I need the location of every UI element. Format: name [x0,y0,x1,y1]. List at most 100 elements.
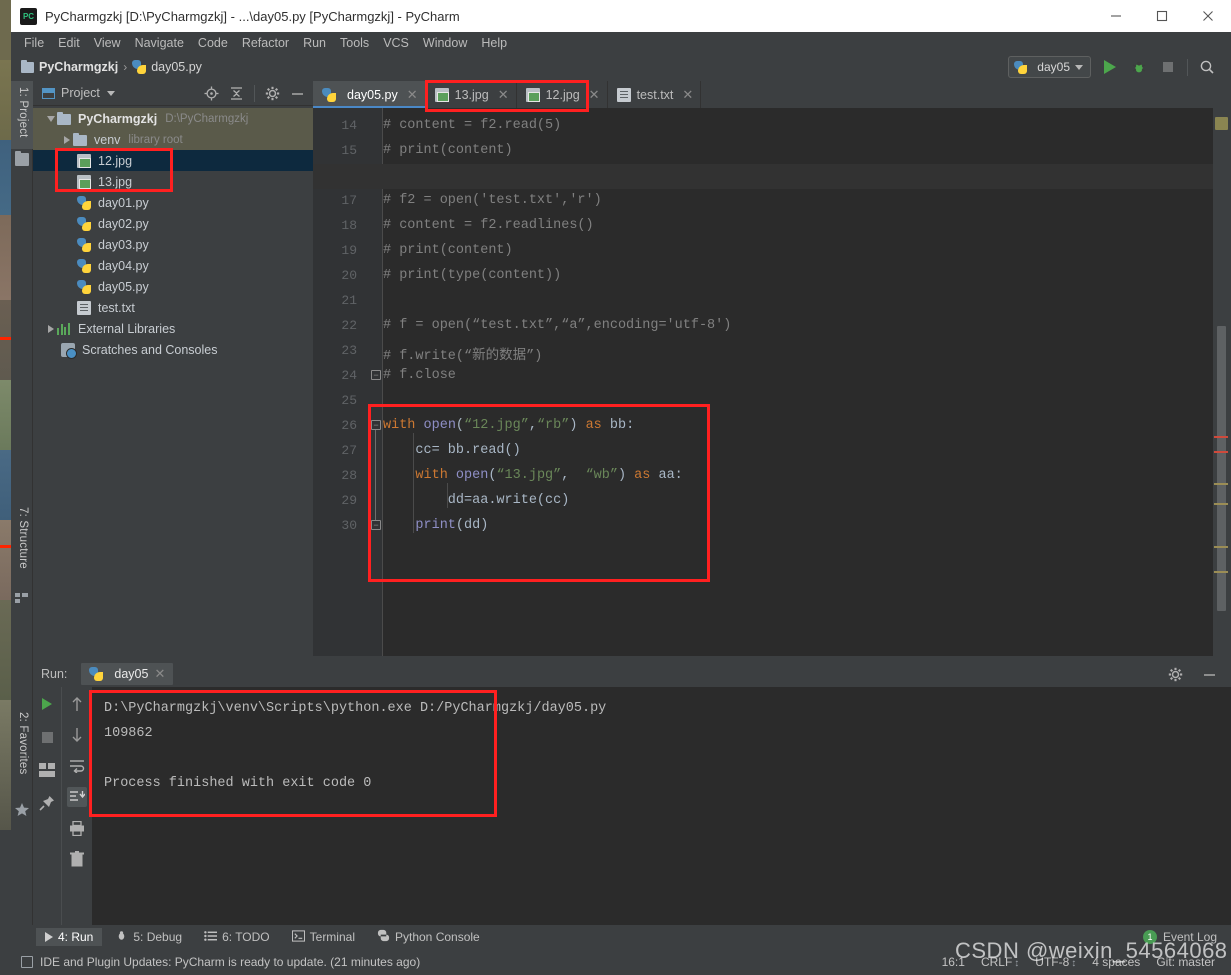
code-line[interactable]: # content = f2.read(5) [383,118,561,133]
close-icon[interactable]: ✕ [682,87,693,103]
code-line[interactable]: # f.write(“新的数据”) [383,343,542,364]
indent-setting[interactable]: 4 spaces [1092,955,1140,969]
close-icon[interactable]: ✕ [589,87,600,103]
tool-window-debug[interactable]: 5: Debug [106,927,191,947]
chevron-right-icon[interactable] [61,135,73,144]
soft-wrap-icon[interactable] [67,756,87,776]
code-line[interactable]: print(dd) [383,518,488,533]
code-line[interactable]: # content = f2.readlines() [383,218,594,233]
tree-item-13jpg[interactable]: 13.jpg [33,171,313,192]
tool-window-terminal[interactable]: Terminal [283,928,364,947]
code-line[interactable]: # f.close [383,368,456,383]
rerun-icon[interactable] [37,694,57,714]
run-configuration-selector[interactable]: day05 [1008,56,1091,78]
tool-window-python-console[interactable]: Python Console [368,927,489,947]
close-icon[interactable]: ✕ [407,87,418,103]
run-icon[interactable] [1100,57,1120,77]
menu-code[interactable]: Code [191,35,235,51]
hide-icon[interactable] [290,86,305,101]
code-line[interactable]: with open(“13.jpg”, “wb”) as aa: [383,468,682,483]
pin-icon[interactable] [37,793,57,813]
minimize-icon[interactable] [1093,0,1139,32]
tree-item-day04[interactable]: day04.py [33,255,313,276]
menu-help[interactable]: Help [474,35,514,51]
collapse-all-icon[interactable] [229,86,244,101]
layout-icon[interactable] [37,760,57,780]
file-encoding[interactable]: UTF-8 ↕ [1035,955,1076,969]
menu-tools[interactable]: Tools [333,35,376,51]
editor-tab-testtxt[interactable]: test.txt ✕ [608,81,702,108]
print-icon[interactable] [67,818,87,838]
line-separator[interactable]: CRLF ↕ [981,955,1019,969]
editor-marker-bar[interactable] [1213,81,1231,656]
search-icon[interactable] [1197,57,1217,77]
code-line[interactable]: cc= bb.read() [383,443,520,458]
menu-vcs[interactable]: VCS [376,35,416,51]
fold-marker-line24[interactable]: − [371,370,381,380]
code-line[interactable]: # print(type(content)) [383,268,561,283]
sidebar-tab-project[interactable]: 1: Project [11,81,33,149]
tree-item-external-libraries[interactable]: External Libraries [33,318,313,339]
git-branch[interactable]: Git: master [1156,955,1215,969]
editor-tab-12jpg[interactable]: 12.jpg ✕ [517,81,608,108]
tree-item-testtxt[interactable]: test.txt [33,297,313,318]
run-console-output[interactable]: D:\PyCharmgzkj\venv\Scripts\python.exe D… [92,687,1231,925]
tree-item-project-root[interactable]: PyCharmgzkj D:\PyCharmgzkj [33,108,313,129]
sidebar-tab-structure[interactable]: 7: Structure [11,501,33,585]
run-tab-day05[interactable]: day05 ✕ [81,663,174,685]
close-icon[interactable]: ✕ [154,666,165,682]
tree-item-day01[interactable]: day01.py [33,192,313,213]
menu-navigate[interactable]: Navigate [128,35,191,51]
breadcrumb-file[interactable]: day05.py [151,60,202,74]
menu-refactor[interactable]: Refactor [235,35,296,51]
menu-edit[interactable]: Edit [51,35,87,51]
stop-icon[interactable] [37,727,57,747]
breadcrumb-project[interactable]: PyCharmgzkj [39,60,118,74]
menu-run[interactable]: Run [296,35,333,51]
code-content[interactable]: # content = f2.read(5) # print(content) # … [313,108,1213,656]
status-message[interactable]: IDE and Plugin Updates: PyCharm is ready… [40,955,420,969]
chevron-down-icon[interactable] [106,90,115,96]
menu-view[interactable]: View [87,35,128,51]
code-line[interactable]: # print(content) [383,243,513,258]
tree-item-venv[interactable]: venv library root [33,129,313,150]
up-icon[interactable] [67,694,87,714]
code-line[interactable]: # print(content) [383,143,513,158]
sidebar-tab-favorites[interactable]: 2: Favorites [11,706,33,796]
down-icon[interactable] [67,725,87,745]
notification-icon[interactable] [21,956,33,968]
trash-icon[interactable] [67,849,87,869]
gear-icon[interactable] [1165,664,1185,684]
event-log-label[interactable]: Event Log [1163,930,1217,944]
debug-icon[interactable] [1129,57,1149,77]
hide-icon[interactable] [1199,664,1219,684]
code-line[interactable]: # f = open(“test.txt”,“a”,encoding='utf-… [383,318,731,333]
editor-tab-day05[interactable]: day05.py ✕ [313,81,426,108]
tree-item-day02[interactable]: day02.py [33,213,313,234]
editor-scrollbar-thumb[interactable] [1217,326,1226,611]
gear-icon[interactable] [265,86,280,101]
tree-item-scratches[interactable]: Scratches and Consoles [33,339,313,360]
fold-marker-line30[interactable]: − [371,520,381,530]
structure-icon[interactable] [15,591,29,604]
maximize-icon[interactable] [1139,0,1185,32]
inspection-status-icon[interactable] [1215,117,1228,130]
chevron-right-icon[interactable] [45,324,57,333]
menu-window[interactable]: Window [416,35,474,51]
code-line[interactable]: dd=aa.write(cc) [383,493,570,508]
scroll-to-end-icon[interactable] [67,787,87,807]
close-icon[interactable]: ✕ [498,87,509,103]
locate-icon[interactable] [204,86,219,101]
fold-marker-line26[interactable]: − [371,420,381,430]
code-editor[interactable]: 1415161718192021222324252627282930 # con… [313,108,1213,656]
chevron-down-icon[interactable] [45,115,57,122]
folder-icon[interactable] [15,151,29,166]
tool-window-run[interactable]: 4: Run [36,928,103,946]
tool-window-todo[interactable]: 6: TODO [195,928,279,947]
tree-item-day03[interactable]: day03.py [33,234,313,255]
editor-tab-13jpg[interactable]: 13.jpg ✕ [426,81,517,108]
code-folding-gutter[interactable] [368,108,383,656]
tree-item-12jpg[interactable]: 12.jpg [33,150,313,171]
code-line[interactable]: # f2 = open('test.txt','r') [383,193,602,208]
star-icon[interactable] [15,803,29,816]
